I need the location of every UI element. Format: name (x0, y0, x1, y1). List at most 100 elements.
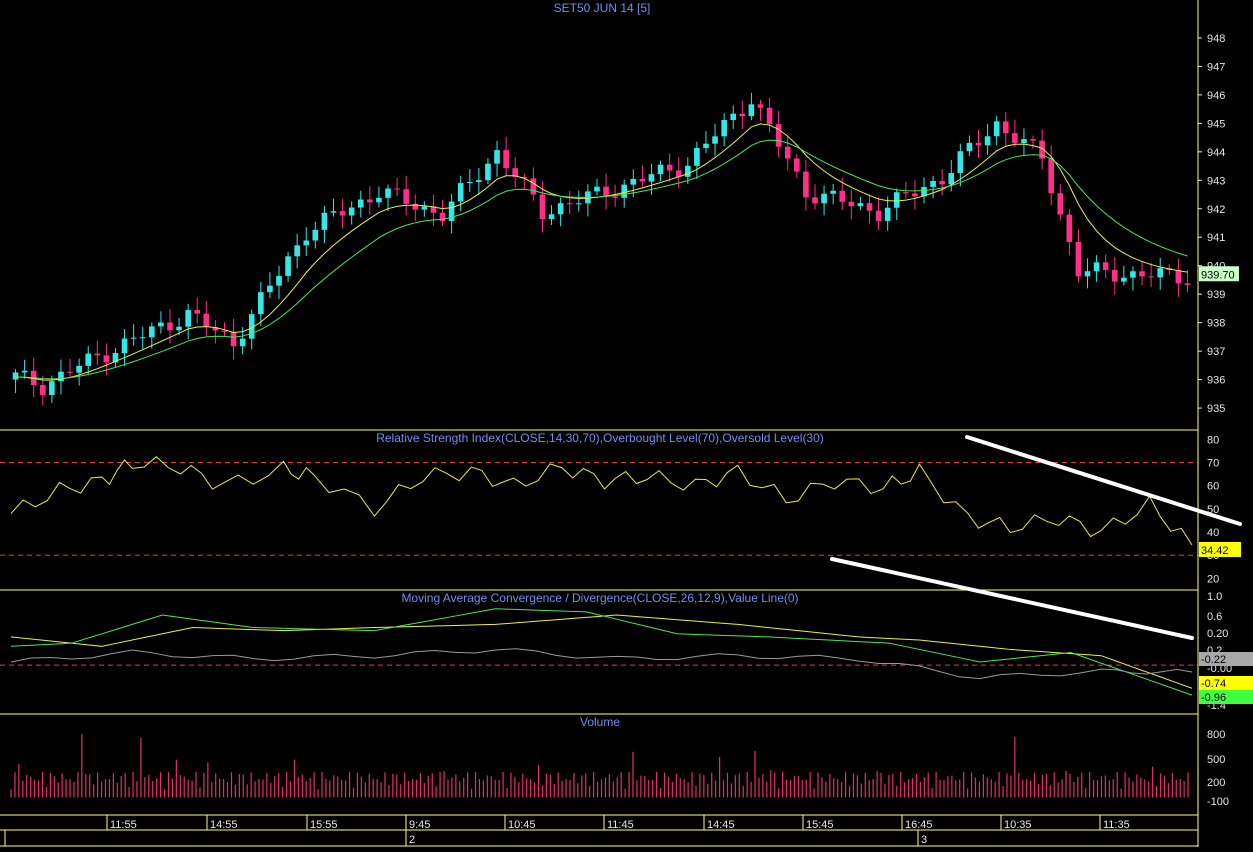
candle-body (694, 147, 700, 166)
time-tick-label: 11:55 (110, 819, 137, 831)
candle-body (476, 180, 482, 182)
candle-body (975, 142, 982, 146)
candle-body (457, 183, 464, 202)
candle-body (803, 171, 809, 198)
candle-body (321, 212, 328, 230)
candle-body (348, 207, 355, 216)
candle-body (830, 190, 836, 194)
candle-body (121, 338, 128, 354)
candle-body (1030, 139, 1036, 141)
price-tick-label: 944 (1207, 147, 1225, 159)
rsi-last-label: 34.42 (1201, 545, 1229, 557)
candle-body (812, 197, 818, 204)
rsi-tick-label: 70 (1207, 457, 1219, 469)
candle-body (648, 174, 655, 182)
candle-body (657, 164, 664, 175)
time-tick-label: 16:45 (905, 819, 933, 831)
candle-body (85, 353, 92, 366)
candle-body (530, 178, 537, 195)
candle-body (421, 206, 428, 210)
candle-body (1102, 262, 1109, 270)
volume-tick-label: 500 (1207, 754, 1225, 766)
candle-body (466, 181, 473, 184)
stock-chart[interactable]: 9359369379389399409419429439449459469479… (0, 0, 1253, 847)
candle-body (566, 203, 573, 205)
candle-body (757, 104, 764, 108)
candle-body (703, 143, 709, 148)
price-tick-label: 945 (1207, 118, 1225, 130)
candle-body (21, 370, 28, 373)
time-tick-label: 11:45 (607, 819, 634, 831)
day-tick-label: 3 (921, 834, 927, 846)
candle-body (548, 214, 555, 219)
candle-body (176, 326, 182, 331)
candle-body (312, 229, 319, 241)
macd-panel-title: Moving Average Convergence / Divergence(… (401, 591, 798, 605)
candle-body (367, 199, 373, 203)
candle-body (167, 322, 173, 331)
price-tick-label: 939 (1207, 289, 1225, 301)
candle-body (875, 210, 882, 221)
candle-body (494, 150, 500, 164)
candle-body (403, 189, 409, 204)
candle-body (1084, 271, 1091, 277)
candle-body (1111, 269, 1118, 282)
rsi-panel-title: Relative Strength Index(CLOSE,14,30,70),… (376, 431, 824, 445)
candle-body (130, 337, 137, 339)
time-tick-label: 14:55 (210, 819, 238, 831)
volume-panel-title: Volume (580, 715, 620, 729)
rsi-tick-label: 20 (1207, 573, 1219, 585)
candle-body (185, 310, 191, 327)
price-tick-label: 946 (1207, 90, 1225, 102)
candle-body (357, 199, 364, 208)
candle-body (39, 385, 46, 395)
candle-body (984, 136, 991, 146)
candle-body (784, 146, 791, 159)
time-tick-label: 14:45 (707, 819, 735, 831)
rsi-tick-label: 40 (1207, 527, 1219, 539)
candle-body (1130, 271, 1136, 278)
candle-body (839, 190, 846, 202)
candle-body (376, 197, 382, 203)
candle-body (103, 355, 110, 363)
candle-body (303, 240, 310, 246)
candle-body (339, 211, 346, 216)
price-tick-label: 948 (1207, 33, 1225, 45)
candle-body (557, 203, 564, 215)
candle-body (285, 256, 291, 276)
volume-tick-label: -100 (1207, 796, 1229, 808)
rsi-tick-label: 60 (1207, 481, 1219, 493)
volume-tick-label: 800 (1207, 729, 1225, 741)
candle-body (639, 178, 646, 182)
time-tick-label: 15:55 (310, 819, 338, 831)
candle-body (203, 313, 210, 327)
time-tick-label: 10:35 (1004, 819, 1032, 831)
candle-body (1121, 277, 1127, 282)
candle-body (993, 121, 1000, 137)
candle-body (139, 337, 146, 339)
candle-body (12, 372, 19, 380)
price-tick-label: 938 (1207, 318, 1225, 330)
candle-body (1184, 283, 1191, 285)
price-tick-label: 942 (1207, 204, 1225, 216)
candle-body (948, 172, 955, 185)
candle-body (294, 245, 300, 257)
macd-last-label: -0.74 (1201, 678, 1226, 690)
candle-body (49, 381, 55, 395)
macd-tick-label: 0.6 (1207, 611, 1222, 623)
macd-tick-label: 0.20 (1207, 628, 1228, 640)
candle-body (575, 203, 582, 205)
candle-body (503, 150, 509, 169)
candle-body (1175, 269, 1182, 284)
chart-title: SET50 JUN 14 [5] (554, 1, 651, 15)
candle-body (1057, 193, 1064, 215)
candle-body (1048, 158, 1055, 194)
candle-body (276, 275, 282, 286)
candle-body (67, 371, 73, 373)
candle-body (893, 192, 900, 208)
candle-body (848, 201, 855, 207)
candle-body (684, 165, 691, 177)
macd-last-label: -0.96 (1201, 692, 1226, 704)
candle-body (794, 158, 800, 172)
candle-body (603, 186, 609, 197)
